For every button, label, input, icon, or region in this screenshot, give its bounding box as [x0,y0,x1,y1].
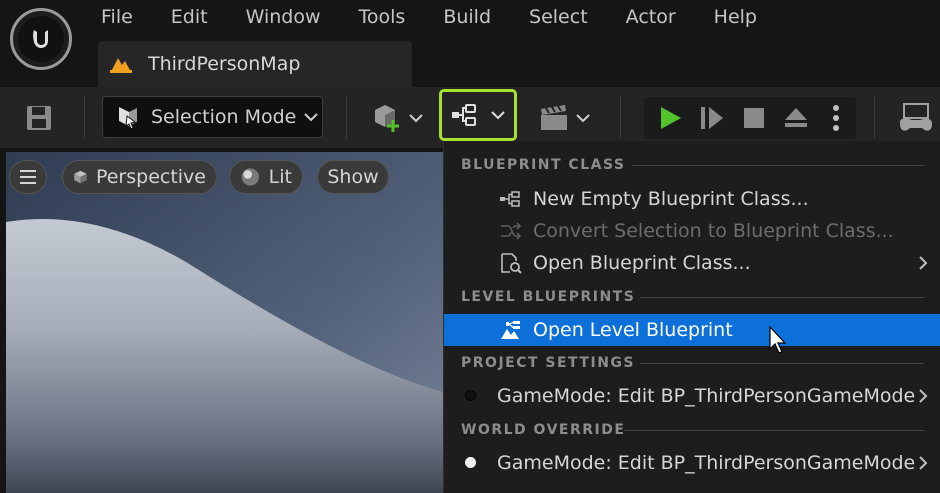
perspective-label: Perspective [95,166,206,188]
selection-mode-dropdown[interactable]: Selection Mode [102,96,323,138]
tab-label: ThirdPersonMap [148,53,301,75]
menu-tools[interactable]: Tools [340,0,425,34]
menu-edit[interactable]: Edit [152,0,227,34]
section-header-world-override: WORLD OVERRIDE [461,422,626,438]
level-blueprint-icon [500,319,522,341]
add-cube-icon [375,105,399,132]
menu-build[interactable]: Build [424,0,510,34]
menu-actor[interactable]: Actor [607,0,695,34]
blueprint-nodes-icon [500,188,522,210]
menu-select[interactable]: Select [510,0,607,34]
menu-item-open-level-blueprint[interactable]: Open Level Blueprint [444,314,940,346]
section-header-level-blueprints: LEVEL BLUEPRINTS [461,289,636,305]
tab-third-person-map[interactable]: ThirdPersonMap [98,41,412,87]
menu-bar: File Edit Window Tools Build Select Acto… [82,0,776,34]
blueprint-nodes-icon [452,104,476,126]
platform-gamepad-icon [900,103,932,131]
menu-help[interactable]: Help [695,0,776,34]
menu-item-open-blueprint-class[interactable]: Open Blueprint Class... [444,247,940,279]
menu-item-label: Convert Selection to Blueprint Class... [533,220,894,242]
chevron-down-icon [576,114,590,123]
advance-frame-icon[interactable] [696,103,728,133]
menu-item-label: Open Level Blueprint [533,319,733,341]
lit-button[interactable]: Lit [229,160,303,194]
section-header-project-settings: PROJECT SETTINGS [461,355,635,371]
open-blueprint-search-icon [500,252,522,274]
menu-item-label: Open Blueprint Class... [533,252,751,274]
play-icon[interactable] [654,103,686,133]
menu-window[interactable]: Window [227,0,340,34]
menu-file[interactable]: File [82,0,152,34]
show-label: Show [327,166,379,188]
viewport-menu-button[interactable] [9,160,47,194]
unreal-logo-icon[interactable] [10,8,72,70]
chevron-down-icon [409,114,423,123]
selected-dot-icon [465,457,476,468]
title-bar: File Edit Window Tools Build Select Acto… [0,0,940,87]
selection-mode-label: Selection Mode [151,106,297,128]
level-viewport[interactable]: Perspective Lit Show [6,152,443,493]
chevron-down-icon [304,113,319,122]
platforms-button[interactable] [896,101,940,135]
menu-item-gamemode-project[interactable]: GameMode: Edit BP_ThirdPersonGameMode [444,380,940,412]
section-header-blueprint-class: BLUEPRINT CLASS [461,157,626,173]
stop-icon[interactable] [738,103,770,133]
play-controls [644,97,856,139]
menu-item-label: New Empty Blueprint Class... [533,188,809,210]
show-button[interactable]: Show [317,160,389,194]
chevron-right-icon [919,389,928,403]
unselected-dot-icon [465,390,476,401]
menu-item-label: GameMode: Edit BP_ThirdPersonGameMode [497,385,916,407]
landscape-terrain [6,152,443,493]
cinematics-button[interactable] [534,99,594,137]
level-icon [110,58,132,73]
cube-icon [74,170,87,184]
perspective-button[interactable]: Perspective [62,160,217,194]
menu-item-new-empty-blueprint-class[interactable]: New Empty Blueprint Class... [444,183,940,215]
hamburger-icon [20,170,36,184]
lit-sphere-icon [241,168,259,186]
save-icon[interactable] [22,101,56,135]
main-toolbar: Selection Mode [0,87,940,148]
lit-label: Lit [268,166,292,188]
clapperboard-icon [541,105,567,130]
more-options-icon[interactable] [824,103,848,133]
blueprints-button[interactable] [439,89,517,141]
chevron-down-icon [491,111,505,120]
convert-arrows-icon [500,220,522,242]
chevron-right-icon [919,256,928,270]
mouse-cursor-icon [769,326,787,354]
chevron-right-icon [919,456,928,470]
menu-item-gamemode-world[interactable]: GameMode: Edit BP_ThirdPersonGameMode [444,447,940,479]
add-actor-button[interactable] [368,99,426,137]
menu-item-label: GameMode: Edit BP_ThirdPersonGameMode [497,452,916,474]
blueprints-dropdown-menu: BLUEPRINT CLASS New Empty Blueprint Clas… [443,141,940,493]
eject-icon[interactable] [780,103,812,133]
selection-cursor-icon [119,107,137,130]
menu-item-convert-selection: Convert Selection to Blueprint Class... [444,215,940,247]
